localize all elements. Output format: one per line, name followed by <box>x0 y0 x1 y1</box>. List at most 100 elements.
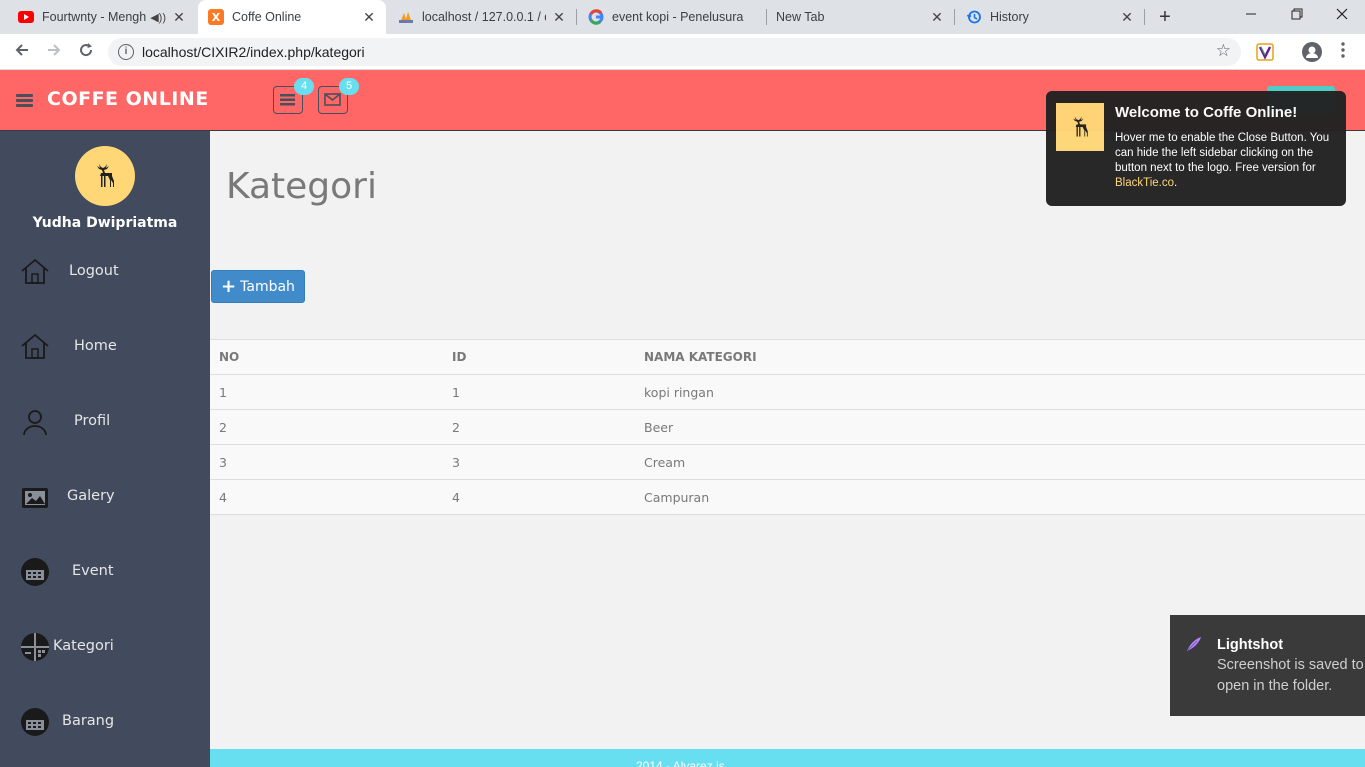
add-kategori-button[interactable]: + Tambah <box>211 270 305 303</box>
home-icon <box>20 257 50 287</box>
tab-label: Coffe Online <box>232 10 302 24</box>
svg-text:X: X <box>212 11 221 24</box>
reload-icon <box>80 43 93 57</box>
plus-icon: + <box>221 275 237 297</box>
sidebar-item-label: Home <box>74 338 117 354</box>
restore-icon <box>1291 8 1303 20</box>
welcome-notification[interactable]: Welcome to Coffe Online! Hover me to ena… <box>1046 91 1346 206</box>
tab-close-icon[interactable]: ✕ <box>172 9 186 26</box>
brand-logo[interactable]: COFFE ONLINE <box>47 88 209 110</box>
sidebar-item-label: Logout <box>69 263 119 279</box>
messages-button[interactable]: 5 <box>318 78 359 114</box>
minimize-icon <box>1246 13 1256 15</box>
notification-body: Hover me to enable the Close Button. You… <box>1115 132 1330 174</box>
tasks-badge: 4 <box>294 78 314 95</box>
tab-label: History <box>990 10 1029 24</box>
calendar-icon <box>20 557 50 587</box>
close-icon <box>1336 8 1348 20</box>
extension-icon[interactable] <box>1256 43 1274 61</box>
table-row: 3 3 Cream <box>210 444 1365 480</box>
tab-close-icon[interactable]: ✕ <box>1120 9 1134 26</box>
user-name: Yudha Dwipriatma <box>32 215 178 231</box>
google-icon <box>588 9 604 25</box>
column-header-nama-kategori: NAMA KATEGORI <box>635 339 1365 375</box>
notification-title: Welcome to Coffe Online! <box>1115 104 1298 121</box>
lightshot-toast[interactable]: Lightshot Screenshot is saved to open in… <box>1170 615 1365 716</box>
tab-new-tab[interactable]: New Tab ✕ <box>766 0 954 34</box>
toast-title: Lightshot <box>1217 637 1284 653</box>
tab-phpmyadmin[interactable]: localhost / 127.0.0.1 / d ✕ <box>388 0 576 34</box>
tasks-button[interactable]: 4 <box>273 78 314 114</box>
cell-nama-kategori: Beer <box>635 409 1365 445</box>
tab-separator <box>954 9 955 25</box>
tab-close-icon[interactable]: ✕ <box>552 9 566 26</box>
close-window-button[interactable] <box>1319 0 1365 34</box>
cell-no: 3 <box>210 444 443 480</box>
user-icon <box>20 407 50 437</box>
sidebar-item-kategori[interactable]: Kategori <box>0 626 210 670</box>
calendar-icon <box>20 707 50 737</box>
image-icon <box>20 482 50 512</box>
sidebar-item-profil[interactable]: Profil <box>0 401 210 445</box>
cell-nama-kategori: Cream <box>635 444 1365 480</box>
cell-nama-kategori: Campuran <box>635 479 1365 515</box>
browser-tab-bar: Fourtwnty - Mengh ◀)) ✕ X Coffe Online ✕… <box>0 0 1365 34</box>
cell-no: 4 <box>210 479 443 515</box>
column-header-id: ID <box>443 339 635 375</box>
sidebar-toggle-icon[interactable] <box>16 94 33 107</box>
bookmark-star-icon[interactable]: ☆ <box>1216 41 1231 61</box>
forward-arrow-icon <box>48 44 61 56</box>
tab-coffe-online[interactable]: X Coffe Online ✕ <box>198 0 386 34</box>
toast-line-1: Screenshot is saved to <box>1217 657 1364 673</box>
tab-close-icon[interactable]: ✕ <box>362 9 376 26</box>
notification-image <box>1056 103 1104 151</box>
grid-icon <box>20 632 50 662</box>
blacktie-link[interactable]: BlackTie.co <box>1115 177 1174 189</box>
sidebar-item-home[interactable]: Home <box>0 326 210 370</box>
column-header-no: NO <box>210 339 443 375</box>
profile-avatar-icon[interactable] <box>1302 42 1322 62</box>
history-icon <box>966 9 982 25</box>
toast-line-2: open in the folder. <box>1217 678 1333 694</box>
notification-end: . <box>1174 177 1178 189</box>
sidebar-item-galery[interactable]: Galery <box>0 476 210 520</box>
sidebar-item-label: Kategori <box>53 638 114 654</box>
tab-close-icon[interactable]: ✕ <box>930 9 944 26</box>
audio-icon[interactable]: ◀)) <box>150 11 166 24</box>
xampp-icon: X <box>208 9 224 25</box>
sidebar-item-label: Profil <box>74 413 111 429</box>
tab-youtube[interactable]: Fourtwnty - Mengh ◀)) ✕ <box>8 0 196 34</box>
browser-menu-icon[interactable] <box>1338 42 1348 58</box>
avatar[interactable] <box>75 146 135 206</box>
add-button-label: Tambah <box>240 278 295 295</box>
cell-id: 3 <box>443 444 635 480</box>
sidebar-item-event[interactable]: Event <box>0 551 210 595</box>
back-button[interactable] <box>10 40 34 64</box>
info-icon[interactable]: i <box>118 44 134 60</box>
tab-separator <box>576 9 577 25</box>
address-bar: i localhost/CIXIR2/index.php/kategori ☆ <box>0 34 1365 70</box>
url-text: localhost/CIXIR2/index.php/kategori <box>142 44 365 60</box>
forward-button[interactable] <box>42 40 66 64</box>
url-input[interactable]: i localhost/CIXIR2/index.php/kategori ☆ <box>108 38 1241 66</box>
reload-button[interactable] <box>74 40 98 64</box>
cell-nama-kategori: kopi ringan <box>635 374 1365 410</box>
tab-google-search[interactable]: event kopi - Penelusura <box>578 0 766 34</box>
cell-no: 1 <box>210 374 443 410</box>
new-tab-button[interactable]: + <box>1153 5 1177 29</box>
sidebar-item-logout[interactable]: Logout <box>0 251 210 295</box>
tab-label: New Tab <box>776 10 825 24</box>
deer-icon <box>97 164 114 187</box>
home-icon <box>20 332 50 362</box>
page-title: Kategori <box>226 166 377 207</box>
minimize-button[interactable] <box>1228 0 1274 34</box>
restore-button[interactable] <box>1274 0 1320 34</box>
sidebar-item-barang[interactable]: Barang <box>0 701 210 745</box>
tab-history[interactable]: History ✕ <box>956 0 1144 34</box>
sidebar-item-label: Event <box>72 563 114 579</box>
cell-id: 4 <box>443 479 635 515</box>
lightshot-feather-icon <box>1185 635 1203 653</box>
sidebar: Yudha Dwipriatma Logout Home Profil Gale… <box>0 131 210 767</box>
cell-no: 2 <box>210 409 443 445</box>
footer: 2014 - Alvarez.is <box>210 749 1365 767</box>
